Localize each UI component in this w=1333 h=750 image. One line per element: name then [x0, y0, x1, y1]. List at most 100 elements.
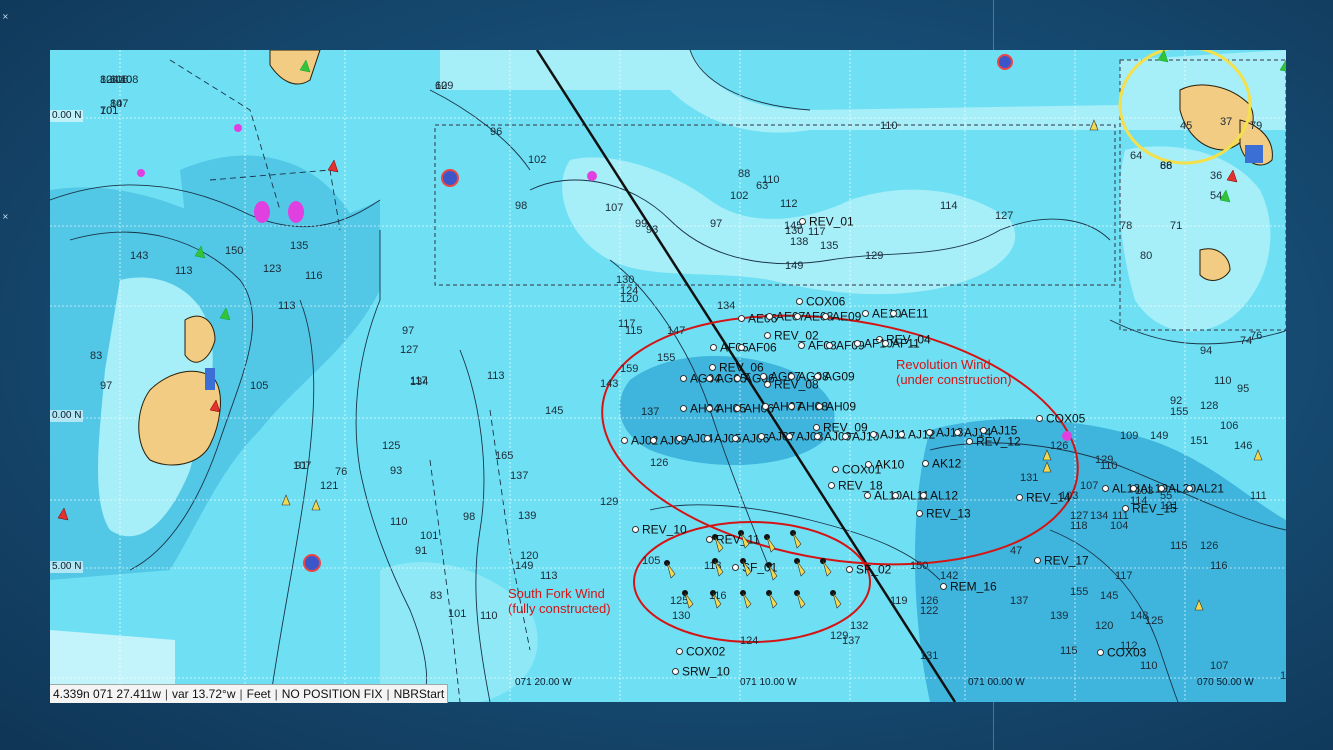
turbine-label: SF_02	[856, 562, 892, 577]
turbine-feature-ag09[interactable]: AG09	[814, 368, 855, 386]
latitude-label: 0.00 N	[50, 110, 84, 122]
depth-sounding: 62	[435, 80, 448, 92]
depth-sounding: 135	[290, 240, 309, 252]
turbine-position-marker	[864, 492, 871, 500]
depth-sounding: 129	[600, 496, 619, 508]
turbine-label: AG09	[824, 369, 855, 384]
turbine-position-marker	[794, 313, 801, 321]
turbine-feature-rev-17[interactable]: REV_17	[1034, 552, 1089, 570]
depth-sounding: 131	[920, 650, 939, 662]
depth-sounding: 137	[842, 635, 861, 647]
wind-turbine-icon	[766, 590, 778, 609]
turbine-feature-ak10[interactable]: AK10	[865, 456, 904, 474]
turbine-feature-aj15[interactable]: AJ15	[980, 422, 1017, 440]
depth-sounding: 120	[620, 293, 639, 305]
wind-turbine-symbol	[664, 560, 678, 580]
depth-sounding: 138	[790, 236, 809, 248]
depth-sounding: 110	[390, 516, 408, 528]
turbine-position-marker	[676, 648, 683, 656]
depth-sounding: 137	[1010, 595, 1029, 607]
nautical-chart-viewport[interactable]: 0.00 N 0.00 N 5.00 N 071 20.00 W 071 10.…	[50, 50, 1286, 702]
turbine-feature-al12[interactable]: AL12	[920, 487, 958, 505]
south-fork-wind-label: South Fork Wind (fully constructed)	[508, 586, 611, 616]
depth-sounding: 79	[1250, 120, 1263, 132]
turbine-feature-cox05[interactable]: COX05	[1036, 410, 1085, 428]
longitude-label: 071 10.00 W	[740, 677, 797, 688]
turbine-label: AK10	[875, 457, 905, 472]
wind-turbine-icon	[664, 560, 676, 579]
wind-turbine-symbol	[830, 590, 844, 610]
turbine-feature-rem-16[interactable]: REM_16	[940, 578, 997, 596]
depth-sounding: 98	[515, 200, 528, 212]
turbine-position-marker	[892, 492, 899, 500]
turbine-feature-sf-02[interactable]: SF_02	[846, 561, 891, 579]
turbine-feature-ah09[interactable]: AH09	[816, 398, 856, 416]
longitude-label: 071 00.00 W	[968, 677, 1025, 688]
turbine-position-marker	[922, 460, 929, 468]
turbine-feature-rev-14[interactable]: REV_14	[1016, 489, 1071, 507]
wind-turbine-symbol	[712, 558, 726, 578]
turbine-position-marker	[842, 433, 849, 441]
turbine-feature-al21[interactable]: AL21	[1186, 480, 1224, 498]
depth-sounding: 94	[1200, 345, 1213, 357]
turbine-position-marker	[798, 342, 805, 350]
turbine-feature-cox02[interactable]: COX02	[676, 643, 725, 661]
turbine-position-marker	[704, 435, 711, 443]
wind-turbine-icon	[764, 534, 776, 553]
turbine-position-marker	[980, 427, 987, 435]
turbine-feature-cox03[interactable]: COX03	[1097, 644, 1146, 662]
turbine-feature-af11[interactable]: AF11	[882, 335, 920, 353]
depth-sounding: 40	[120, 74, 133, 86]
position-fix-status: NO POSITION FIX	[281, 687, 383, 701]
depth-sounding: 88	[738, 168, 751, 180]
turbine-label: AE11	[900, 306, 929, 321]
depth-sounding: 105	[250, 380, 269, 392]
turbine-position-marker	[816, 403, 823, 411]
depth-sounding: 47	[1010, 545, 1023, 557]
turbine-position-marker	[710, 344, 717, 352]
depth-sounding: 117	[410, 375, 428, 387]
revolution-wind-label: Revolution Wind (under construction)	[896, 357, 1012, 387]
turbine-position-marker	[1016, 494, 1023, 502]
wind-turbine-icon	[740, 590, 752, 609]
depth-sounding: 135	[820, 240, 839, 252]
status-separator: |	[164, 687, 168, 701]
turbine-feature-ae09[interactable]: AE09	[822, 308, 861, 326]
turbine-position-marker	[814, 433, 821, 441]
depth-sounding: 115	[625, 325, 643, 337]
chart-canvas[interactable]	[50, 50, 1286, 702]
cursor-position-readout: 4.339n 071 27.411w	[53, 687, 161, 701]
depth-sounding: 97	[402, 325, 415, 337]
depth-sounding: 155	[1170, 406, 1189, 418]
wind-turbine-symbol	[790, 530, 804, 550]
wind-turbine-icon	[738, 530, 750, 549]
turbine-feature-srw-10[interactable]: SRW_10	[672, 663, 730, 681]
app-start-button[interactable]: NBRStart	[394, 685, 445, 703]
turbine-feature-rev-13[interactable]: REV_13	[916, 505, 971, 523]
revolution-wind-label-line2: (under construction)	[896, 372, 1012, 387]
turbine-position-marker	[621, 437, 628, 445]
turbine-position-marker	[822, 313, 829, 321]
turbine-position-marker	[734, 375, 741, 383]
turbine-feature-rev-15[interactable]: REV_15	[1122, 500, 1177, 518]
turbine-label: REV_17	[1044, 553, 1089, 568]
turbine-feature-rev-01[interactable]: REV_01	[799, 213, 854, 231]
depth-sounding: 83	[430, 590, 443, 602]
wind-turbine-symbol	[794, 590, 808, 610]
depth-sounding: 78	[1120, 220, 1133, 232]
depth-sounding: 137	[510, 470, 529, 482]
depth-sounding: 134	[717, 300, 736, 312]
turbine-position-marker	[832, 466, 839, 474]
turbine-feature-af06[interactable]: AF06	[738, 339, 777, 357]
turbine-feature-ak12[interactable]: AK12	[922, 455, 961, 473]
wind-turbine-icon	[794, 590, 806, 609]
turbine-feature-rev-10[interactable]: REV_10	[632, 521, 687, 539]
depth-sounding: 159	[620, 363, 639, 375]
depth-sounding: 123	[263, 263, 282, 275]
turbine-position-marker	[954, 429, 961, 437]
turbine-label: AJ15	[990, 423, 1018, 438]
turbine-feature-ae11[interactable]: AE11	[890, 305, 928, 323]
depth-sounding: 120	[520, 550, 539, 562]
turbine-label: REV_10	[642, 522, 687, 537]
depth-units-button[interactable]: Feet	[247, 685, 271, 703]
